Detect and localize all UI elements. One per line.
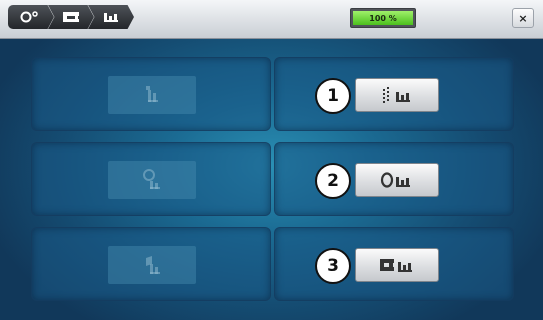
breadcrumb-thread-tension[interactable] (8, 5, 54, 29)
disabled-option-3-icon (146, 256, 160, 274)
dotted-line-foot-icon (383, 87, 410, 103)
disabled-option-2-icon (143, 169, 160, 189)
option-cell-disabled-1 (31, 57, 271, 131)
option-1-button[interactable] (355, 78, 439, 112)
sewing-machine-icon (63, 12, 79, 22)
option-cell-disabled-3 (31, 227, 271, 301)
main-panel: 1 2 3 (0, 39, 543, 320)
progress-label: 100 % (369, 13, 397, 23)
disabled-option-3-button (108, 246, 196, 284)
option-2-button[interactable] (355, 163, 439, 197)
breadcrumb-sewing-machine[interactable] (48, 5, 94, 29)
close-icon: × (518, 11, 528, 25)
progress-bar: 100 % (350, 8, 416, 28)
presser-foot-icon (104, 13, 118, 22)
option-cell-disabled-2 (31, 142, 271, 216)
option-number-2: 2 (315, 163, 351, 199)
option-cell-1: 1 (274, 57, 514, 131)
disabled-option-1-button (108, 76, 196, 114)
option-3-button[interactable] (355, 248, 439, 282)
option-cell-3: 3 (274, 227, 514, 301)
option-number-3: 3 (315, 248, 351, 284)
ring-foot-icon (380, 172, 410, 188)
option-cell-2: 2 (274, 142, 514, 216)
top-bar: 100 % × (0, 0, 543, 39)
close-button[interactable]: × (512, 8, 534, 28)
disabled-option-1-icon (146, 86, 158, 102)
breadcrumb-presser-foot[interactable] (88, 5, 134, 29)
progress-fill: 100 % (353, 11, 413, 25)
machine-foot-icon (380, 259, 412, 272)
option-number-1: 1 (315, 78, 351, 114)
thread-tension-icon (20, 11, 38, 23)
disabled-option-2-button (108, 161, 196, 199)
